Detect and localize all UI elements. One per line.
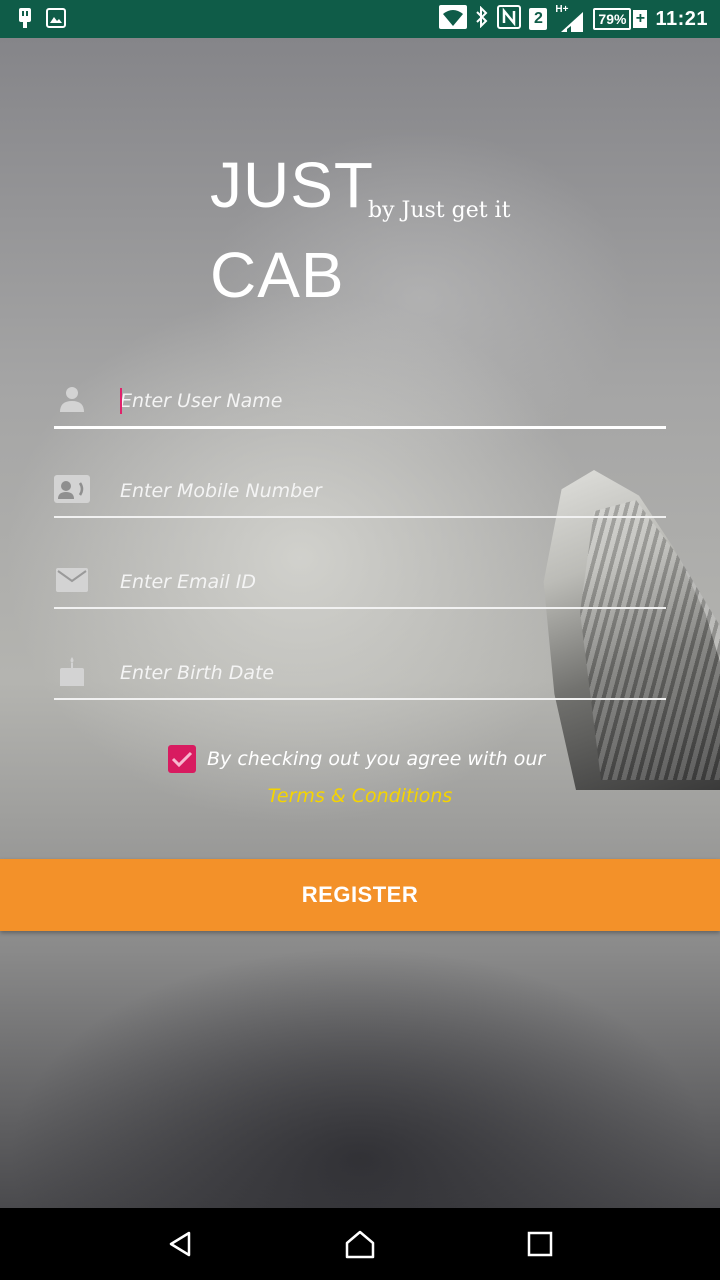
check-icon (171, 751, 193, 768)
user-icon (54, 384, 90, 414)
image-icon (46, 8, 66, 32)
contact-card-icon (54, 474, 90, 504)
usb-icon (18, 8, 32, 32)
cake-icon (54, 656, 90, 686)
bluetooth-icon (475, 5, 489, 32)
text-cursor (120, 388, 122, 414)
battery-level: 79% (593, 8, 632, 30)
agree-text: By checking out you agree with our (207, 748, 546, 770)
email-input[interactable] (120, 567, 650, 597)
status-bar: 2 H+ 79% + 11:21 (0, 0, 720, 38)
terms-agreement: By checking out you agree with our (168, 744, 545, 774)
home-icon[interactable] (340, 1226, 380, 1262)
logo-title: JUST CAB (210, 149, 373, 311)
username-field (54, 376, 666, 429)
charging-icon: + (633, 10, 648, 28)
username-input[interactable] (120, 386, 650, 416)
agree-checkbox[interactable] (168, 745, 196, 773)
navigation-bar (0, 1208, 720, 1280)
clock: 11:21 (655, 7, 708, 30)
recents-icon[interactable] (520, 1226, 560, 1262)
nfc-icon (497, 5, 522, 33)
sim-indicator: 2 (529, 8, 548, 30)
email-field (54, 557, 666, 609)
mobile-input[interactable] (120, 476, 650, 506)
terms-link[interactable]: Terms & Conditions (0, 785, 720, 807)
back-icon[interactable] (160, 1226, 200, 1262)
battery-icon: 79% + (593, 8, 648, 30)
wifi-icon (439, 5, 468, 33)
register-button[interactable]: REGISTER (0, 859, 720, 931)
mobile-field (54, 466, 666, 518)
birthdate-input[interactable] (120, 658, 650, 688)
email-icon (54, 565, 90, 595)
logo-subtitle: by Just get it (368, 198, 511, 223)
birthdate-field (54, 648, 666, 700)
app-logo: JUST CAB by Just get it (210, 140, 520, 311)
signal-icon: H+ (555, 4, 585, 32)
